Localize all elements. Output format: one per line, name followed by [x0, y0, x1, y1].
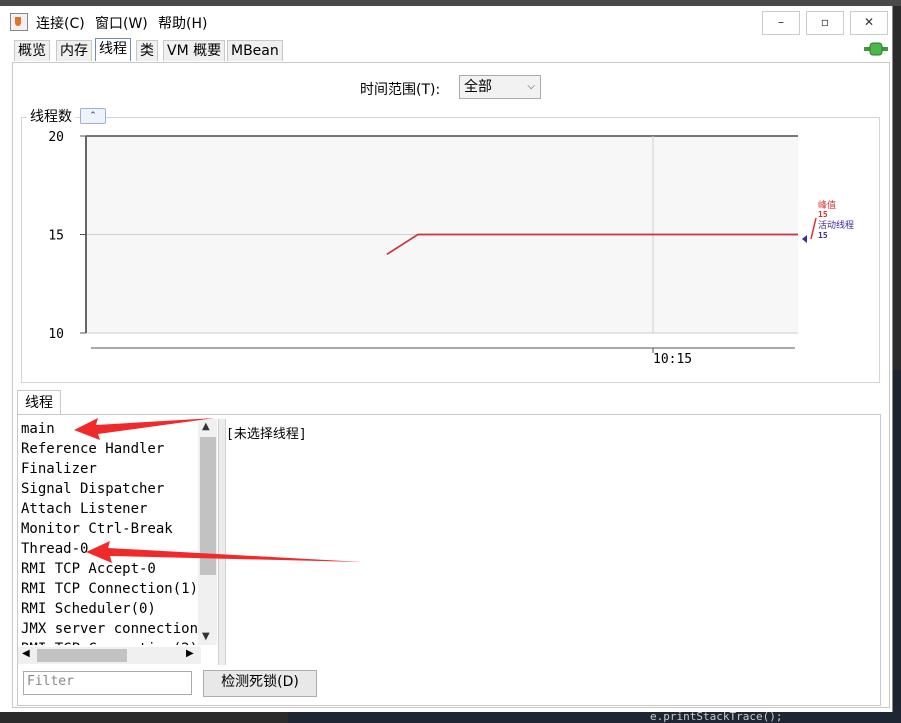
thread-list-item[interactable]: RMI Scheduler(0): [18, 599, 218, 619]
thread-list-item[interactable]: Reference Handler: [18, 439, 218, 459]
menu-connect[interactable]: 连接(C): [36, 13, 85, 33]
tab-vm-summary[interactable]: VM 概要: [163, 40, 226, 61]
thread-list-item[interactable]: Signal Dispatcher: [18, 479, 218, 499]
thread-list[interactable]: main Reference Handler Finalizer Signal Dis…: [18, 419, 218, 645]
chevron-down-icon[interactable]: ▼: [202, 631, 210, 642]
chevron-up-icon[interactable]: ▲: [202, 421, 210, 432]
connection-icon: [864, 42, 888, 56]
legend: 峰值15活动线程15: [802, 199, 854, 243]
legend-value: 15: [818, 210, 828, 219]
chevron-left-icon[interactable]: ◀: [22, 648, 30, 659]
menu-help[interactable]: 帮助(H): [158, 13, 207, 33]
thread-list-item[interactable]: main: [18, 419, 218, 439]
background-window: [893, 370, 901, 706]
detect-deadlock-button[interactable]: 检测死锁(D): [203, 670, 317, 697]
thread-list-item[interactable]: Attach Listener: [18, 499, 218, 519]
y-axis: 20 15 10: [48, 130, 87, 342]
java-icon: [10, 13, 28, 31]
filter-input[interactable]: Filter: [23, 671, 192, 695]
jconsole-window: 连接(C) 窗口(W) 帮助(H) – ▫ ✕ 概览 内存 线程 类 VM 概要…: [0, 0, 901, 712]
legend-value: 15: [818, 231, 828, 240]
thread-list-item[interactable]: Finalizer: [18, 459, 218, 479]
legend-label: 活动线程: [818, 219, 854, 231]
thread-list-hscroll[interactable]: ◀ ▶: [18, 647, 201, 664]
thread-list-item[interactable]: RMI TCP Accept-0: [18, 559, 218, 579]
tab-overview[interactable]: 概览: [14, 40, 50, 61]
thread-count-chart: 20 15 10 10:15 峰值15活动线程15: [48, 130, 854, 367]
thread-list-item[interactable]: JMX server connection: [18, 619, 218, 639]
thread-list-item[interactable]: Monitor Ctrl-Break: [18, 519, 218, 539]
tab-threads[interactable]: 线程: [95, 38, 131, 61]
y-tick-label: 20: [48, 130, 64, 145]
minimize-button[interactable]: –: [762, 11, 800, 35]
split-divider[interactable]: [218, 419, 226, 665]
threads-list-tab[interactable]: 线程: [17, 390, 61, 415]
peak-marker: [810, 217, 817, 240]
threads-panel: main Reference Handler Finalizer Signal Dis…: [17, 414, 881, 706]
tab-memory[interactable]: 内存: [56, 40, 92, 61]
current-marker: [802, 235, 807, 243]
tab-classes[interactable]: 类: [136, 40, 158, 61]
thread-list-item[interactable]: Thread-0: [18, 539, 218, 559]
thread-list-vscroll[interactable]: ▲ ▼: [198, 419, 217, 645]
hscroll-thumb[interactable]: [37, 649, 127, 662]
restore-button[interactable]: ▫: [806, 11, 844, 35]
thread-list-item[interactable]: RMI TCP Connection(1)-: [18, 579, 218, 599]
chevron-right-icon[interactable]: ▶: [186, 648, 194, 659]
x-tick-label: 10:15: [653, 352, 692, 367]
scroll-thumb[interactable]: [200, 437, 216, 575]
tab-mbean[interactable]: MBean: [227, 40, 283, 61]
close-button[interactable]: ✕: [850, 11, 888, 35]
menu-window[interactable]: 窗口(W): [95, 13, 148, 33]
menu-bar: 连接(C) 窗口(W) 帮助(H) – ▫ ✕: [0, 6, 892, 36]
thread-detail: [未选择线程]: [226, 427, 307, 442]
x-axis: 10:15: [91, 347, 795, 367]
tab-bar: 概览 内存 线程 类 VM 概要 MBean: [12, 38, 890, 62]
y-tick-label: 15: [48, 229, 64, 244]
y-tick-label: 10: [48, 327, 64, 342]
thread-list-item[interactable]: RMI TCP Connection(2): [18, 639, 218, 645]
